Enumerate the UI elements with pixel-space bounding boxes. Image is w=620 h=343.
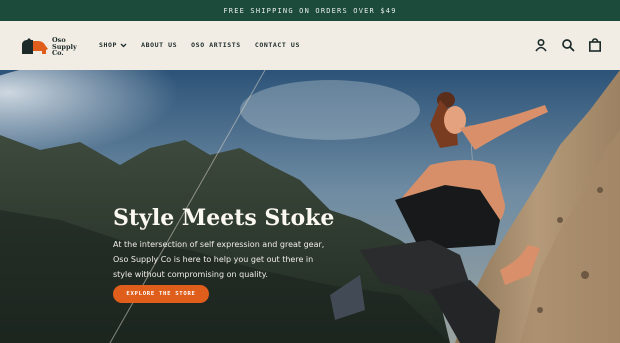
hero-banner: Style Meets Stoke At the intersection of…: [0, 70, 620, 343]
announcement-bar: FREE SHIPPING ON ORDERS OVER $49: [0, 0, 620, 21]
brand-wordmark: Oso Supply Co.: [52, 37, 77, 57]
header-icons: [534, 38, 602, 52]
explore-store-button[interactable]: EXPLORE THE STORE: [113, 285, 209, 303]
search-icon[interactable]: [561, 38, 575, 52]
nav-item-label: ABOUT US: [141, 41, 178, 49]
logo-line: Co.: [52, 49, 64, 58]
site-header: Oso Supply Co. SHOP ABOUT US OSO ARTISTS…: [0, 21, 620, 71]
nav-item-label: OSO ARTISTS: [191, 41, 241, 49]
hero-title: Style Meets Stoke: [113, 205, 335, 231]
announcement-text: FREE SHIPPING ON ORDERS OVER $49: [223, 6, 397, 15]
bear-logo-icon: [22, 38, 48, 54]
cart-icon[interactable]: [588, 38, 602, 52]
chevron-down-icon: [120, 43, 127, 47]
account-icon[interactable]: [534, 38, 548, 52]
nav-item-about-us[interactable]: ABOUT US: [141, 41, 177, 49]
hero-subtitle: At the intersection of self expression a…: [113, 240, 325, 279]
nav-item-contact-us[interactable]: CONTACT US: [255, 41, 300, 49]
cta-label: EXPLORE THE STORE: [126, 291, 196, 297]
nav-item-shop[interactable]: SHOP: [99, 41, 127, 49]
hero-copy: Style Meets Stoke At the intersection of…: [113, 205, 335, 282]
nav-item-label: CONTACT US: [254, 41, 300, 49]
nav-item-label: SHOP: [99, 41, 118, 49]
main-nav: SHOP ABOUT US OSO ARTISTS CONTACT US: [99, 41, 300, 49]
nav-item-oso-artists[interactable]: OSO ARTISTS: [191, 41, 241, 49]
brand-logo[interactable]: Oso Supply Co.: [21, 34, 79, 60]
